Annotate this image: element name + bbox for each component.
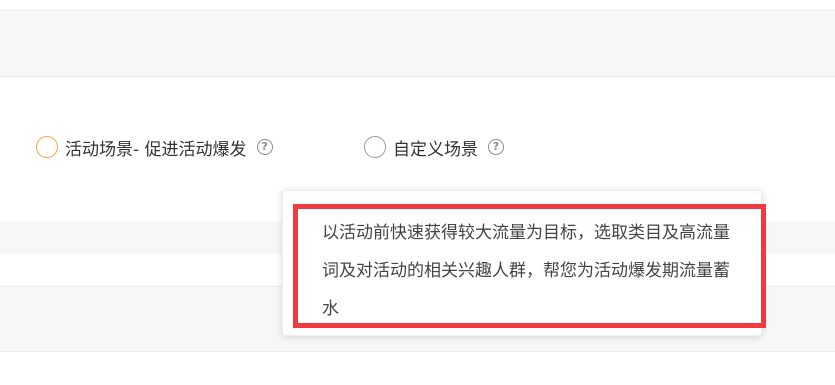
radio-activity-scene[interactable]: 活动场景- 促进活动爆发 ? [36,134,273,160]
radio-custom-scene[interactable]: 自定义场景 ? [364,134,504,160]
radio-circle-custom[interactable] [364,136,386,158]
radio-circle-activity[interactable] [36,136,58,158]
header-band [0,10,835,77]
tooltip-text: 以活动前快速获得较大流量为目标，选取类目及高流量词及对活动的相关兴趣人群，帮您为… [322,223,730,319]
page: 活动场景- 促进活动爆发 ? 自定义场景 ? 以活动前快速获得较大流量为目标，选… [0,0,835,385]
question-circle-icon[interactable]: ? [488,139,504,155]
radio-label-custom: 自定义场景 [393,139,478,160]
radio-label-activity: 活动场景- 促进活动爆发 [65,139,247,160]
question-circle-icon[interactable]: ? [256,139,273,155]
